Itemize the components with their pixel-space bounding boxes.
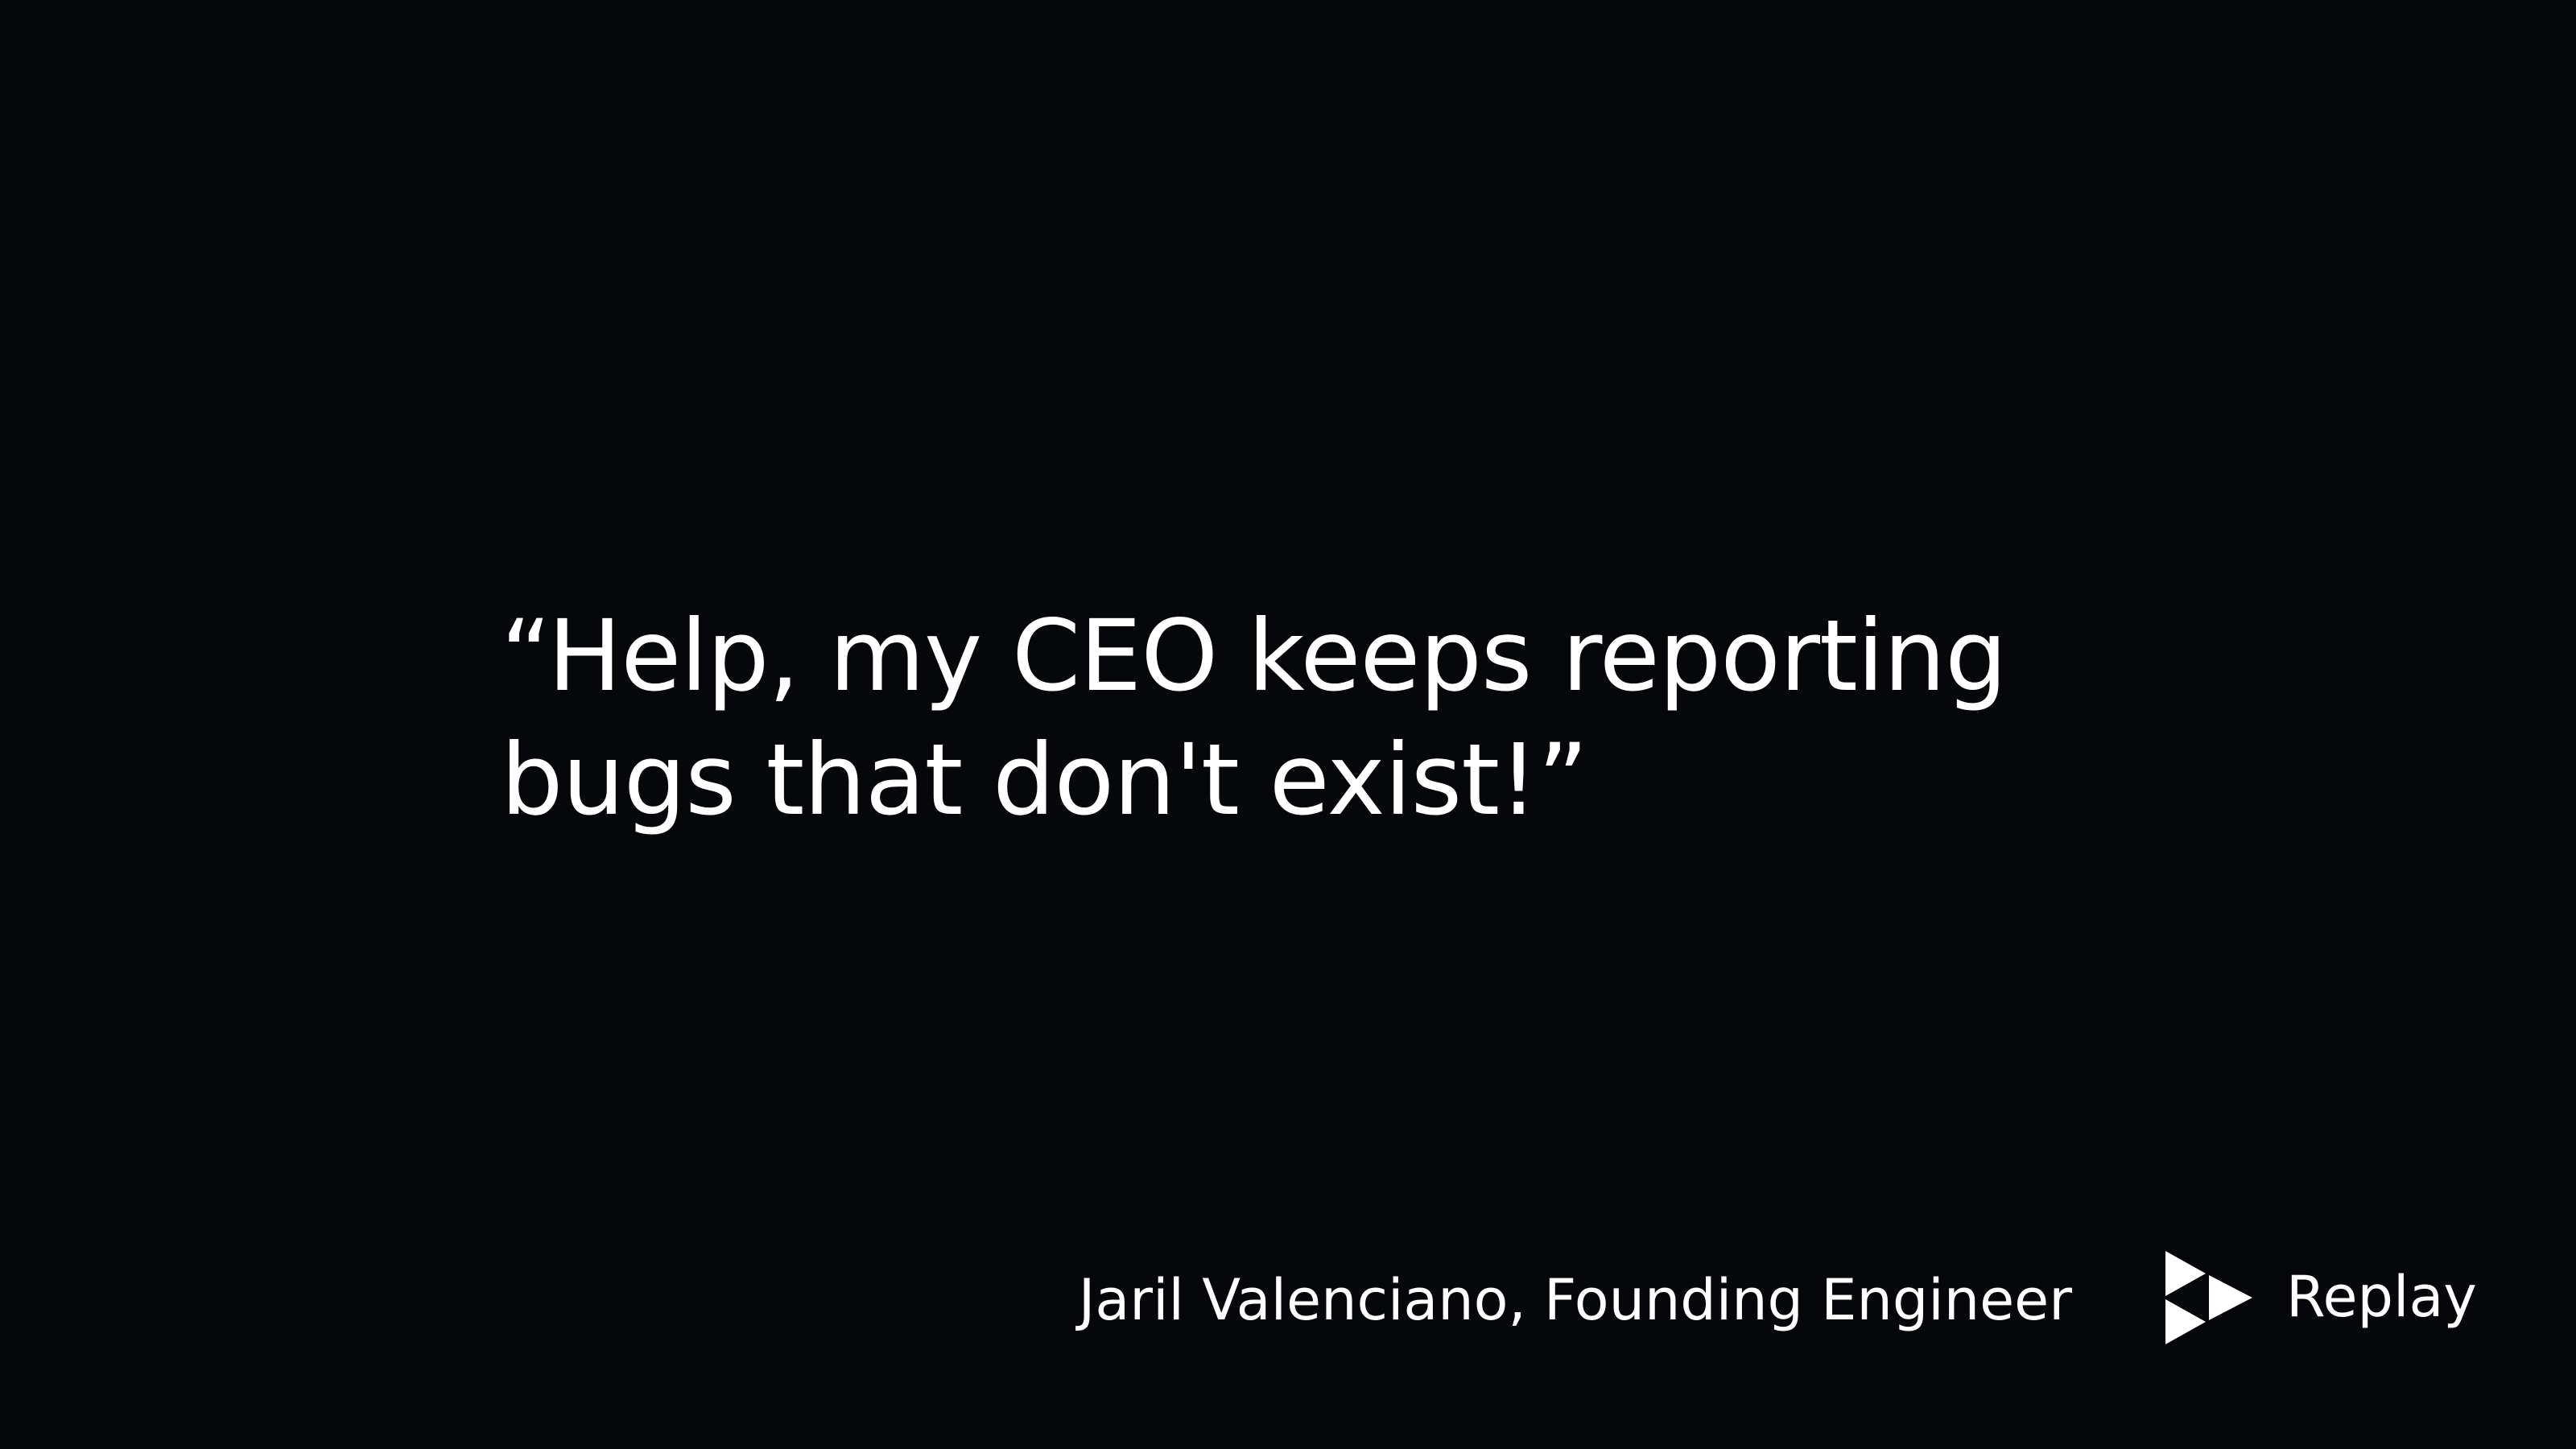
testimonial-quote: “Help, my CEO keeps reporting bugs that … [501,594,2191,842]
brand-name: Replay [2286,1264,2477,1330]
quote-line-2: bugs that don't exist!” [501,723,1588,837]
quote-attribution: Jaril Valenciano, Founding Engineer [1078,1267,2072,1333]
testimonial-slide: “Help, my CEO keeps reporting bugs that … [0,0,2576,1449]
replay-logo: Replay [2164,1249,2477,1344]
replay-logo-icon [2165,1251,2252,1344]
quote-line-1: “Help, my CEO keeps reporting [501,599,2008,713]
